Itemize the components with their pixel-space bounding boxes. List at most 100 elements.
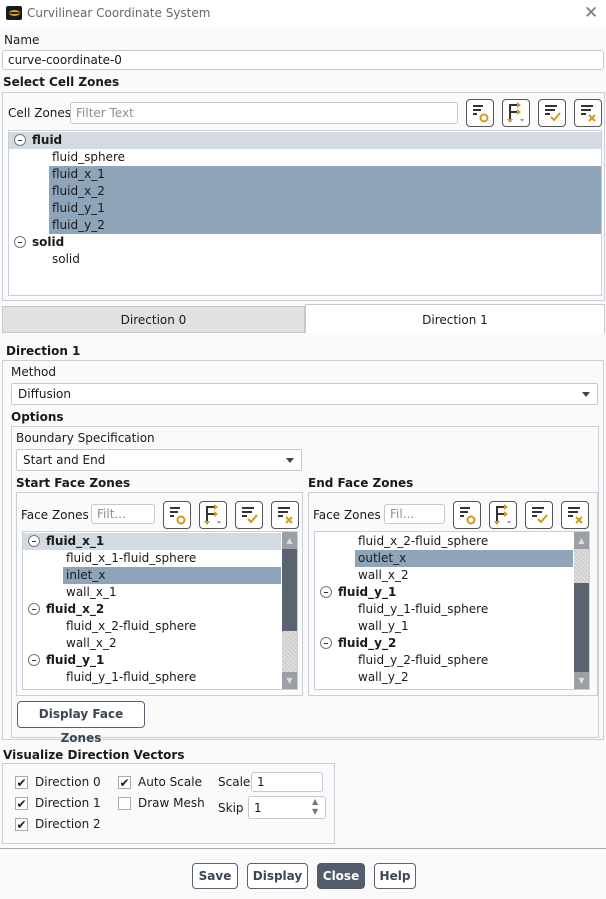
collapse-icon[interactable] — [14, 134, 26, 146]
list-item[interactable]: fluid_x_2 — [49, 183, 601, 200]
scrollbar[interactable]: ▲ ▼ — [574, 532, 589, 689]
list-item[interactable]: inlet_x — [63, 567, 281, 584]
item-label: wall_x_2 — [66, 636, 117, 650]
scroll-up-icon[interactable]: ▲ — [282, 532, 297, 549]
title-bar: Curvilinear Coordinate System ✕ — [0, 0, 606, 28]
scroll-down-icon[interactable]: ▼ — [282, 672, 297, 689]
start-face-zones-filter[interactable]: Filt... — [91, 504, 155, 524]
list-item[interactable]: fluid_y_2-fluid_sphere — [355, 652, 573, 669]
select-all-button[interactable] — [466, 99, 494, 127]
cell-zones-list[interactable]: fluid fluid_sphere fluid_x_1 fluid_x_2 fluid… — [8, 130, 602, 296]
list-item[interactable]: wall_x_2 — [63, 635, 281, 652]
list-item[interactable]: solid — [49, 251, 601, 268]
list-item[interactable]: wall_x_1 — [63, 584, 281, 601]
item-label: fluid_sphere — [52, 150, 126, 164]
scroll-up-icon[interactable]: ▲ — [574, 532, 589, 549]
scrollbar[interactable]: ▲ ▼ — [282, 532, 297, 689]
select-all-button[interactable] — [163, 501, 191, 529]
dir2-checkbox[interactable]: ✔ — [15, 818, 28, 831]
collapse-icon[interactable] — [28, 535, 40, 547]
dir0-checkbox[interactable]: ✔ — [15, 776, 28, 789]
scale-input[interactable]: 1 — [251, 772, 323, 792]
tree-group-row[interactable]: solid — [9, 234, 601, 251]
draw-mesh-checkbox[interactable] — [118, 797, 131, 810]
check-all-button[interactable] — [525, 501, 553, 529]
end-face-zones-heading: End Face Zones — [308, 476, 414, 490]
tree-group-row[interactable]: fluid_y_2 — [315, 635, 573, 652]
sort-button[interactable] — [489, 501, 517, 529]
item-label: fluid_x_2-fluid_sphere — [358, 534, 489, 548]
group-label: solid — [32, 235, 65, 249]
item-label: fluid_y_1 — [49, 200, 601, 217]
tab-direction-1[interactable]: Direction 1 — [305, 304, 605, 333]
list-item[interactable]: fluid_x_2-fluid_sphere — [63, 618, 281, 635]
close-button[interactable]: Close — [317, 863, 365, 889]
display-face-zones-button[interactable]: Display Face Zones — [17, 701, 145, 745]
tree-group-row[interactable]: fluid_y_1 — [23, 652, 281, 669]
method-dropdown[interactable]: Diffusion — [11, 383, 598, 405]
group-label: fluid_x_1 — [46, 534, 105, 548]
list-item[interactable]: fluid_x_2-fluid_sphere — [355, 533, 573, 550]
collapse-icon[interactable] — [320, 637, 332, 649]
group-label: fluid_y_1 — [46, 653, 105, 667]
auto-scale-checkbox[interactable]: ✔ — [118, 776, 131, 789]
display-button[interactable]: Display — [247, 863, 308, 889]
help-button[interactable]: Help — [374, 863, 416, 889]
start-face-zones-list[interactable]: fluid_x_1 fluid_x_1-fluid_sphere inlet_x wa… — [22, 531, 298, 690]
item-label: fluid_x_1-fluid_sphere — [66, 551, 197, 565]
scale-label: Scale — [218, 775, 251, 789]
collapse-icon[interactable] — [28, 654, 40, 666]
dir1-checkbox[interactable]: ✔ — [15, 797, 28, 810]
save-button[interactable]: Save — [192, 863, 238, 889]
cell-zones-filter-input[interactable]: Filter Text — [70, 102, 458, 124]
check-all-icon — [242, 507, 258, 524]
scroll-down-icon[interactable]: ▼ — [574, 672, 589, 689]
boundary-spec-dropdown[interactable]: Start and End — [16, 449, 302, 471]
list-item[interactable]: fluid_x_1 — [49, 166, 601, 183]
visualize-heading: Visualize Direction Vectors — [3, 748, 185, 762]
list-item[interactable]: fluid_sphere — [49, 149, 601, 166]
end-face-zones-filter[interactable]: Fil... — [384, 504, 445, 524]
app-logo-icon — [6, 6, 22, 20]
start-face-zones-heading: Start Face Zones — [16, 476, 131, 490]
draw-mesh-label: Draw Mesh — [138, 796, 205, 810]
tree-group-row[interactable]: fluid_y_1 — [315, 584, 573, 601]
end-face-zones-list[interactable]: fluid_x_2-fluid_sphere outlet_x wall_x_2 fl… — [314, 531, 590, 690]
check-all-button[interactable] — [538, 99, 566, 127]
item-label: outlet_x — [355, 550, 573, 567]
collapse-icon[interactable] — [320, 586, 332, 598]
list-item[interactable]: fluid_x_1-fluid_sphere — [63, 550, 281, 567]
end-face-zones-label: Face Zones — [313, 508, 381, 522]
item-label: fluid_x_2 — [49, 183, 601, 200]
boundary-spec-label: Boundary Specification — [16, 431, 155, 445]
select-all-button[interactable] — [453, 501, 481, 529]
tree-group-row[interactable]: fluid — [9, 132, 601, 149]
list-item[interactable]: fluid_y_1-fluid_sphere — [63, 669, 281, 686]
list-item[interactable]: wall_y_1 — [355, 618, 573, 635]
clear-all-button[interactable] — [561, 501, 589, 529]
list-item[interactable]: fluid_y_1-fluid_sphere — [355, 601, 573, 618]
item-label: solid — [52, 252, 80, 266]
window-title: Curvilinear Coordinate System — [27, 6, 211, 20]
sort-button[interactable] — [199, 501, 227, 529]
tab-direction-0[interactable]: Direction 0 — [2, 306, 305, 333]
tree-group-row[interactable]: fluid_x_2 — [23, 601, 281, 618]
clear-all-button[interactable] — [574, 99, 602, 127]
tab-label: Direction 1 — [422, 313, 488, 327]
sort-button[interactable] — [502, 99, 530, 127]
list-item[interactable]: fluid_y_1 — [49, 200, 601, 217]
close-icon[interactable]: ✕ — [584, 3, 598, 23]
scrollbar-thumb[interactable] — [282, 549, 297, 631]
tree-group-row[interactable]: fluid_x_1 — [23, 533, 281, 550]
list-item[interactable]: wall_y_2 — [355, 669, 573, 686]
name-input[interactable]: curve-coordinate-0 — [2, 50, 604, 70]
skip-spinner-icon[interactable]: ▲ ▼ — [312, 797, 318, 817]
collapse-icon[interactable] — [14, 236, 26, 248]
list-item[interactable]: wall_x_2 — [355, 567, 573, 584]
list-item[interactable]: fluid_y_2 — [49, 217, 601, 234]
collapse-icon[interactable] — [28, 603, 40, 615]
scrollbar-thumb[interactable] — [574, 583, 589, 672]
list-item[interactable]: outlet_x — [355, 550, 573, 567]
check-all-button[interactable] — [235, 501, 263, 529]
clear-all-button[interactable] — [271, 501, 299, 529]
